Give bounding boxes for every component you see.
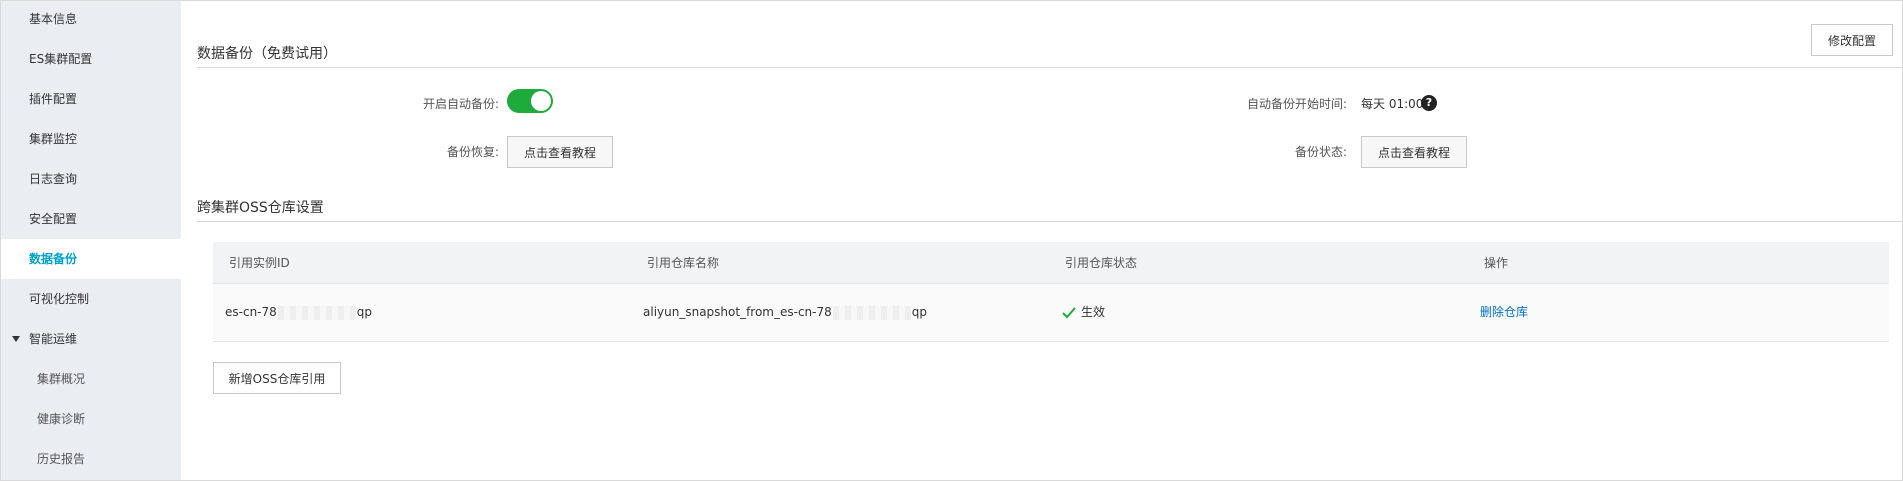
repo-name-cell: aliyun_snapshot_from_es-cn-78 qp bbox=[643, 284, 927, 341]
sidebar-item-label: 集群概况 bbox=[37, 372, 86, 386]
toggle-knob bbox=[531, 91, 551, 111]
auto-backup-toggle[interactable] bbox=[507, 89, 553, 113]
question-circle-icon[interactable]: ? bbox=[1421, 95, 1437, 111]
backup-status-label: 备份状态: bbox=[1294, 145, 1347, 159]
sidebar-item-label: 安全配置 bbox=[29, 212, 78, 226]
repo-name-suffix: qp bbox=[911, 305, 927, 319]
instance-id-prefix: es-cn-78 bbox=[225, 305, 277, 319]
repo-status-cell: 生效 bbox=[1061, 284, 1105, 341]
repo-name-prefix: aliyun_snapshot_from_es-cn-78 bbox=[643, 305, 832, 319]
status-text: 生效 bbox=[1081, 305, 1106, 319]
oss-repo-table: 引用实例ID 引用仓库名称 引用仓库状态 操作 es-cn-78 qp aliyu… bbox=[213, 242, 1889, 342]
sidebar: 基本信息 ES集群配置 插件配置 集群监控 日志查询 安全配置 数据备份 可视化… bbox=[1, 1, 181, 480]
sidebar-item-security-config[interactable]: 安全配置 bbox=[1, 199, 181, 239]
sidebar-item-log-query[interactable]: 日志查询 bbox=[1, 159, 181, 199]
sidebar-item-label: 集群监控 bbox=[29, 132, 78, 146]
sidebar-item-label: 基本信息 bbox=[29, 12, 78, 26]
column-header-actions: 操作 bbox=[1484, 256, 1509, 270]
sidebar-item-history-report[interactable]: 历史报告 bbox=[1, 439, 181, 479]
sidebar-item-label: 健康诊断 bbox=[37, 412, 86, 426]
backup-start-time-value: 每天 01:00 bbox=[1361, 97, 1424, 111]
sidebar-item-label: 插件配置 bbox=[29, 92, 78, 106]
restore-tutorial-button[interactable]: 点击查看教程 bbox=[507, 136, 613, 168]
instance-id-cell: es-cn-78 qp bbox=[225, 284, 372, 341]
check-icon bbox=[1062, 306, 1076, 318]
sidebar-item-label: ES集群配置 bbox=[29, 52, 93, 66]
backup-start-time-label: 自动备份开始时间: bbox=[1246, 97, 1347, 111]
backup-section-title: 数据备份（免费试用） bbox=[197, 46, 337, 62]
column-header-repo-status: 引用仓库状态 bbox=[1065, 256, 1138, 270]
sidebar-item-label: 可视化控制 bbox=[29, 292, 90, 306]
delete-repo-link[interactable]: 删除仓库 bbox=[1480, 284, 1528, 341]
redacted-mask bbox=[277, 305, 356, 320]
sidebar-item-label: 日志查询 bbox=[29, 172, 78, 186]
sidebar-item-data-backup[interactable]: 数据备份 bbox=[1, 239, 181, 279]
backup-restore-label: 备份恢复: bbox=[446, 145, 499, 159]
divider bbox=[197, 67, 1902, 68]
table-header: 引用实例ID 引用仓库名称 引用仓库状态 操作 bbox=[213, 242, 1889, 284]
sidebar-item-cluster-monitor[interactable]: 集群监控 bbox=[1, 119, 181, 159]
main-content: 修改配置 数据备份（免费试用） 开启自动备份: 自动备份开始时间: 每天 01:… bbox=[181, 1, 1902, 480]
status-tutorial-button[interactable]: 点击查看教程 bbox=[1361, 136, 1467, 168]
instance-id-suffix: qp bbox=[356, 305, 373, 319]
sidebar-item-health-diagnosis[interactable]: 健康诊断 bbox=[1, 399, 181, 439]
divider bbox=[197, 221, 1902, 222]
sidebar-item-basic-info[interactable]: 基本信息 bbox=[1, 0, 181, 39]
oss-section-title: 跨集群OSS仓库设置 bbox=[197, 200, 324, 216]
auto-backup-label: 开启自动备份: bbox=[422, 97, 499, 111]
sidebar-group-smart-ops[interactable]: 智能运维 bbox=[1, 319, 181, 359]
sidebar-item-visual-control[interactable]: 可视化控制 bbox=[1, 279, 181, 319]
redacted-mask bbox=[832, 305, 911, 320]
column-header-instance-id: 引用实例ID bbox=[229, 256, 290, 270]
sidebar-item-es-cluster-config[interactable]: ES集群配置 bbox=[1, 39, 181, 79]
table-row: es-cn-78 qp aliyun_snapshot_from_es-cn-78… bbox=[213, 284, 1889, 341]
sidebar-item-cluster-overview[interactable]: 集群概况 bbox=[1, 359, 181, 399]
sidebar-item-plugin-config[interactable]: 插件配置 bbox=[1, 79, 181, 119]
column-header-repo-name: 引用仓库名称 bbox=[647, 256, 720, 270]
modify-config-button[interactable]: 修改配置 bbox=[1811, 24, 1893, 56]
sidebar-item-label: 数据备份 bbox=[29, 252, 78, 266]
caret-down-icon bbox=[12, 336, 20, 342]
add-oss-repo-button[interactable]: 新增OSS仓库引用 bbox=[213, 362, 341, 394]
sidebar-item-label: 智能运维 bbox=[29, 332, 78, 346]
sidebar-item-label: 历史报告 bbox=[37, 452, 86, 466]
